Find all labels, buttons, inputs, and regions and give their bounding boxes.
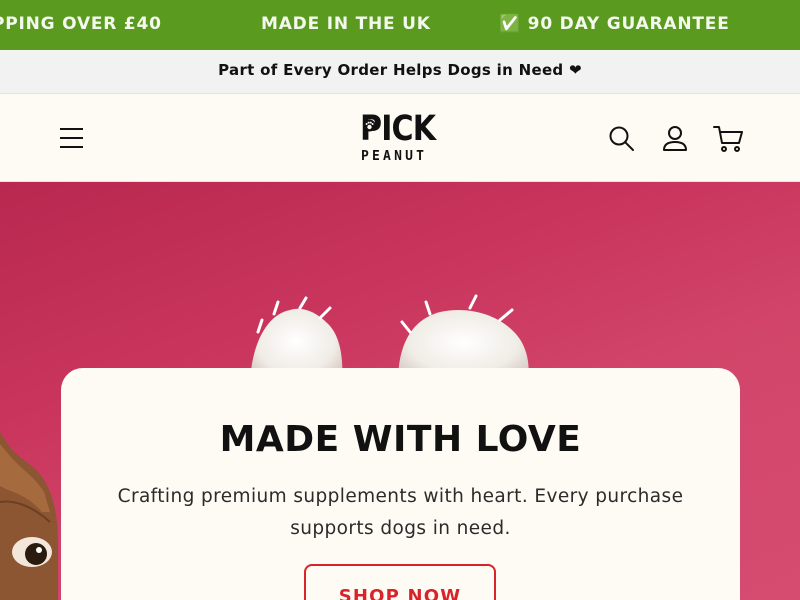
menu-bar-bottom — [60, 146, 83, 148]
logo-wordmark-bottom: PEANUT — [361, 149, 428, 164]
cart-icon[interactable] — [712, 124, 744, 154]
menu-bar-middle — [60, 137, 83, 139]
hero-card: MADE WITH LOVE Crafting premium suppleme… — [61, 368, 740, 600]
marquee-bar: PPING OVER £40 MADE IN THE UK ✅ 90 DAY G… — [0, 0, 800, 50]
cart-icon-graphic — [713, 126, 743, 152]
hero-description: Crafting premium supplements with heart.… — [117, 486, 684, 539]
menu-bar-top — [60, 128, 83, 130]
hero-title: MADE WITH LOVE — [219, 419, 582, 460]
search-icon-graphic — [609, 126, 634, 151]
marquee-item-made-in-uk: MADE IN THE UK — [261, 14, 431, 34]
account-icon[interactable] — [661, 124, 689, 154]
hero-banner: MADE WITH LOVE Crafting premium suppleme… — [0, 182, 800, 600]
marquee-item-shipping: PPING OVER £40 — [0, 14, 162, 34]
marquee-item-guarantee: ✅ 90 DAY GUARANTEE — [499, 14, 730, 34]
account-icon-graphic — [663, 126, 687, 151]
paw-icon — [363, 119, 376, 132]
search-icon[interactable] — [608, 125, 636, 153]
announcement-text: Part of Every Order Helps Dogs in Need ❤ — [218, 61, 582, 79]
menu-icon[interactable] — [58, 125, 86, 151]
logo[interactable]: PICK PEANUT — [360, 109, 444, 171]
announcement-bar: Part of Every Order Helps Dogs in Need ❤ — [0, 50, 800, 94]
site-header: PICK PEANUT — [0, 95, 800, 182]
shop-now-button[interactable]: SHOP NOW — [304, 564, 496, 600]
